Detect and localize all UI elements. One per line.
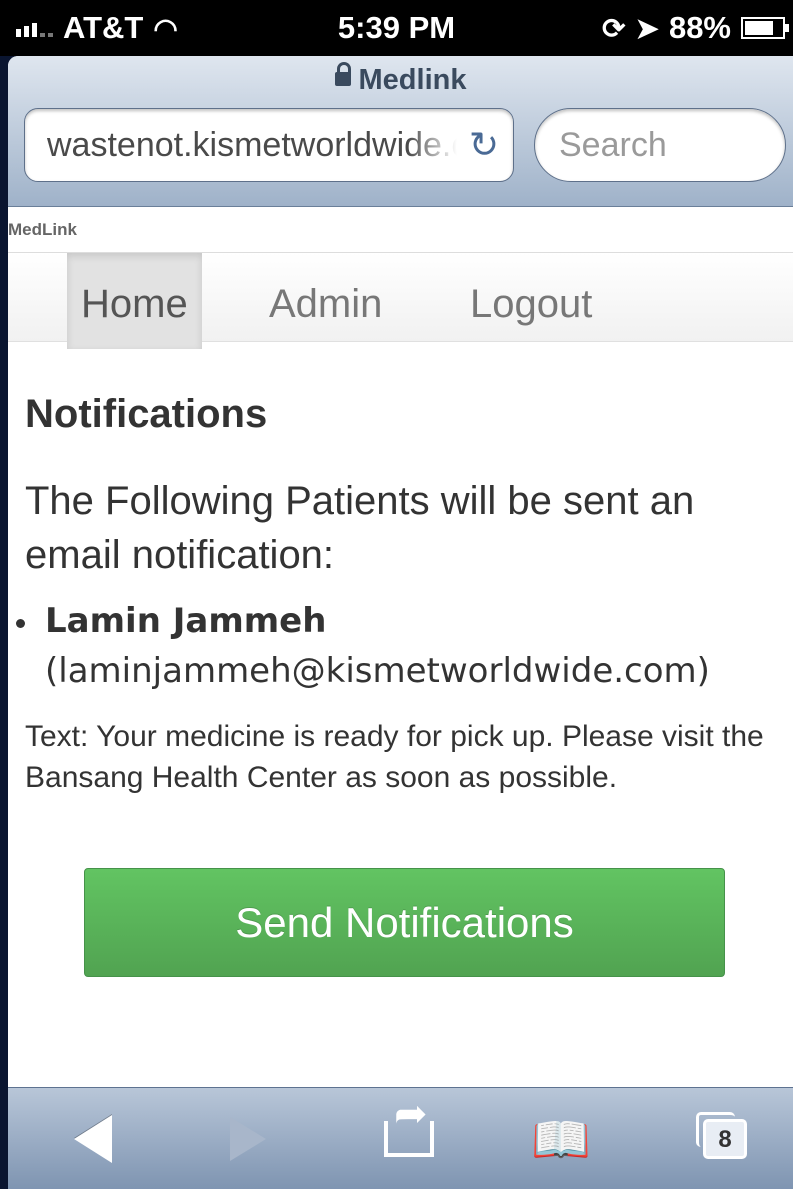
notification-message: Text: Your medicine is ready for pick up…	[25, 720, 764, 794]
address-bar[interactable]: wastenot.kismetworldwide.com ↻	[24, 108, 514, 182]
browser-chrome: Medlink wastenot.kismetworldwide.com ↻ S…	[8, 56, 793, 207]
tabs-icon: 8	[696, 1112, 747, 1159]
page-title: Medlink	[8, 62, 793, 97]
search-input[interactable]: Search	[534, 108, 786, 182]
forward-button[interactable]	[203, 1088, 293, 1189]
send-notifications-button[interactable]: Send Notifications	[84, 868, 725, 977]
tab-count: 8	[718, 1126, 732, 1153]
url-text: wastenot.kismetworldwide.com	[47, 125, 457, 164]
nav-bar: Home Admin Logout	[8, 253, 793, 349]
nav-home[interactable]: Home	[67, 253, 202, 349]
reload-icon[interactable]: ↻	[469, 127, 499, 163]
location-icon: ➤	[635, 12, 659, 44]
status-right: ⟳ ➤ 88%	[602, 10, 789, 46]
tabs-button[interactable]: 8	[680, 1088, 770, 1189]
page-heading: Notifications	[25, 392, 268, 436]
intro-text: The Following Patients will be sent an e…	[25, 479, 695, 577]
patient-email: (laminjammeh@kismetworldwide.com)	[45, 651, 710, 691]
battery-icon	[741, 17, 789, 39]
share-icon	[384, 1091, 434, 1157]
nav-logout[interactable]: Logout	[470, 253, 592, 349]
search-placeholder: Search	[559, 125, 667, 164]
patient-name: Lamin Jammeh	[45, 601, 327, 641]
lock-icon	[334, 62, 351, 87]
patient-list: Lamin Jammeh (laminjammeh@kismetworldwid…	[8, 596, 793, 696]
bookmarks-icon: 📖	[531, 1113, 591, 1167]
status-bar: AT&T ◠ 5:39 PM ⟳ ➤ 88%	[0, 0, 793, 56]
bookmarks-button[interactable]: 📖	[516, 1088, 606, 1189]
forward-arrow-icon	[230, 1117, 266, 1161]
site-label: MedLink	[8, 220, 77, 239]
browser-window: Medlink wastenot.kismetworldwide.com ↻ S…	[8, 56, 793, 1189]
list-item: Lamin Jammeh (laminjammeh@kismetworldwid…	[8, 596, 793, 696]
share-button[interactable]	[364, 1088, 454, 1189]
battery-percent: 88%	[668, 10, 731, 45]
back-button[interactable]	[48, 1088, 138, 1189]
nav-admin[interactable]: Admin	[269, 253, 382, 349]
rotation-lock-icon: ⟳	[602, 12, 626, 44]
browser-toolbar: 📖 8	[8, 1087, 793, 1189]
back-arrow-icon	[74, 1115, 112, 1163]
